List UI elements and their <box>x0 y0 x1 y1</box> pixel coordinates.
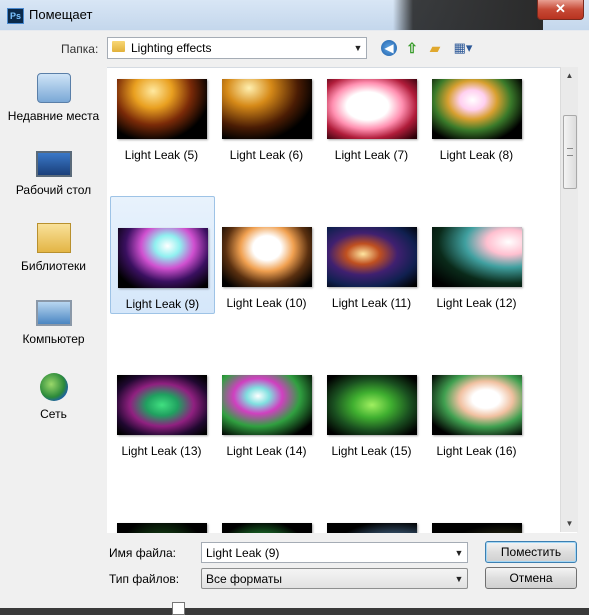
file-thumbnail[interactable]: Light Leak (12) <box>425 204 528 314</box>
file-thumbnail[interactable]: Light Leak (8) <box>425 68 528 166</box>
option-checkbox[interactable] <box>172 602 185 615</box>
scroll-up-icon[interactable]: ▲ <box>561 67 578 84</box>
desktop-icon <box>35 151 72 177</box>
file-thumbnail[interactable]: Light Leak (13) <box>110 352 213 462</box>
up-folder-icon[interactable]: ⇧ <box>403 39 421 57</box>
file-thumbnail[interactable]: Light Leak (10) <box>215 204 318 314</box>
close-icon: ✕ <box>555 1 566 16</box>
new-folder-icon[interactable]: ▰ <box>426 39 444 57</box>
view-menu-icon[interactable]: ▦▾ <box>451 39 475 57</box>
file-thumbnails-view[interactable]: Light Leak (5) Light Leak (6) Light Leak (… <box>107 67 577 533</box>
thumbnail-image <box>222 375 312 435</box>
thumbnail-image <box>432 375 522 435</box>
file-thumbnail[interactable]: Light Leak (6) <box>215 68 318 166</box>
filetype-select[interactable]: Все форматы ▼ <box>201 568 468 589</box>
thumbnail-label: Light Leak (13) <box>121 444 202 458</box>
thumbnail-label: Light Leak (7) <box>334 148 409 162</box>
thumbnail-image <box>327 375 417 435</box>
file-thumbnail[interactable]: Light Leak (9) <box>110 196 215 314</box>
filetype-value: Все форматы <box>206 572 283 586</box>
nav-item-libraries[interactable]: Библиотеки <box>0 223 107 274</box>
places-sidebar: Недавние места Рабочий стол Библиотеки К… <box>0 67 107 535</box>
folder-value: Lighting effects <box>131 41 212 55</box>
chevron-down-icon: ▼ <box>454 574 464 584</box>
filename-field[interactable]: Light Leak (9) ▼ <box>201 542 468 563</box>
filetype-label: Тип файлов: <box>109 572 180 586</box>
nav-item-computer[interactable]: Компьютер <box>0 300 107 347</box>
file-thumbnail[interactable]: Light Leak (16) <box>425 352 528 462</box>
thumbnail-label: Light Leak (9) <box>125 297 200 311</box>
thumbnail-label: Light Leak (16) <box>436 444 517 458</box>
thumbnail-label: Light Leak (6) <box>229 148 304 162</box>
nav-item-desktop[interactable]: Рабочий стол <box>0 151 107 198</box>
computer-icon <box>35 300 72 326</box>
back-icon[interactable]: ◀ <box>381 40 397 56</box>
recent-places-icon <box>36 73 71 103</box>
thumbnail-label: Light Leak (12) <box>436 296 517 310</box>
folder-dropdown[interactable]: Lighting effects ▼ <box>107 37 367 59</box>
thumbnail-image <box>432 79 522 139</box>
background-window-edge <box>393 0 543 30</box>
thumbnail-image <box>432 227 522 287</box>
thumbnail-image <box>117 79 207 139</box>
file-thumbnail[interactable]: Light Leak (7) <box>320 68 423 166</box>
cancel-button[interactable]: Отмена <box>485 567 577 589</box>
thumbnail-image <box>222 523 312 533</box>
nav-item-label: Недавние места <box>7 109 100 123</box>
filename-value: Light Leak (9) <box>206 546 280 560</box>
file-thumbnail[interactable] <box>215 500 318 533</box>
folder-icon <box>112 41 125 52</box>
thumbnail-image <box>327 523 417 533</box>
file-thumbnail[interactable]: Light Leak (5) <box>110 68 213 166</box>
nav-item-label: Компьютер <box>22 332 85 346</box>
file-thumbnail[interactable]: Light Leak (14) <box>215 352 318 462</box>
thumbnail-label: Light Leak (8) <box>439 148 514 162</box>
nav-item-recent[interactable]: Недавние места <box>0 73 107 124</box>
thumbnail-label: Light Leak (5) <box>124 148 199 162</box>
grip-icon <box>567 148 573 156</box>
file-thumbnail[interactable]: Light Leak (11) <box>320 204 423 314</box>
file-thumbnail[interactable]: Light Leak (15) <box>320 352 423 462</box>
thumbnail-image <box>432 523 522 533</box>
close-button[interactable]: ✕ <box>537 0 584 20</box>
thumbnail-label: Light Leak (15) <box>331 444 412 458</box>
chevron-down-icon[interactable]: ▼ <box>453 547 465 559</box>
scroll-down-icon[interactable]: ▼ <box>561 515 578 532</box>
chevron-down-icon: ▼ <box>353 43 363 53</box>
thumbnail-image <box>327 227 417 287</box>
thumbnail-image <box>222 79 312 139</box>
thumbnail-image <box>222 227 312 287</box>
file-controls: Имя файла: Light Leak (9) ▼ Поместить Ти… <box>0 535 589 615</box>
thumbnail-label: Light Leak (10) <box>226 296 307 310</box>
dialog-title: Помещает <box>29 7 93 22</box>
nav-item-label: Библиотеки <box>20 259 86 273</box>
folder-label: Папка: <box>61 42 99 56</box>
place-button[interactable]: Поместить <box>485 541 577 563</box>
scroll-thumb[interactable] <box>563 115 577 189</box>
location-toolbar: Папка: Lighting effects ▼ ◀ ⇧ ▰ ▦▾ <box>0 31 589 67</box>
libraries-icon <box>36 223 71 253</box>
file-thumbnail[interactable] <box>110 500 213 533</box>
nav-item-label: Сеть <box>40 407 67 421</box>
thumbnail-image <box>117 523 207 533</box>
file-thumbnail[interactable] <box>425 500 528 533</box>
nav-item-network[interactable]: Сеть <box>0 373 107 422</box>
title-bar[interactable]: Ps Помещает ✕ <box>0 0 589 30</box>
network-icon <box>39 373 68 401</box>
thumbnail-image <box>117 375 207 435</box>
thumbnail-label: Light Leak (14) <box>226 444 307 458</box>
vertical-scrollbar[interactable]: ▲ ▼ <box>560 67 578 532</box>
filename-label: Имя файла: <box>109 546 176 560</box>
place-dialog: Ps Помещает ✕ Папка: Lighting effects ▼ … <box>0 0 589 615</box>
file-thumbnail[interactable] <box>320 500 423 533</box>
thumbnail-image <box>327 79 417 139</box>
thumbnail-label: Light Leak (11) <box>331 296 412 310</box>
photoshop-icon: Ps <box>7 8 24 24</box>
nav-item-label: Рабочий стол <box>15 183 92 197</box>
thumbnail-image <box>118 228 208 288</box>
